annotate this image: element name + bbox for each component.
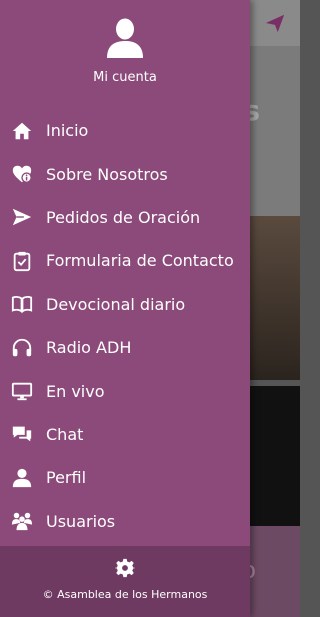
menu-item-label: Perfil [46,468,87,488]
gear-icon[interactable] [115,558,135,578]
menu-item-pedidos-de-oracion[interactable]: Pedidos de Oración [0,196,250,239]
menu-item-label: Radio ADH [46,338,132,358]
menu-item-inicio[interactable]: Inicio [0,109,250,152]
users-group-icon [10,509,34,533]
person-icon [10,466,34,490]
account-label: Mi cuenta [93,70,157,85]
heart-info-icon [10,162,34,186]
menu-item-sobre-nosotros[interactable]: Sobre Nosotros [0,152,250,195]
drawer-menu: Inicio Sobre Nosotros Pedidos de Oración… [0,109,250,543]
menu-item-label: Pedidos de Oración [46,207,201,227]
headphones-icon [10,336,34,360]
menu-item-label: Inicio [46,121,89,141]
chat-bubbles-icon [10,422,34,446]
paper-plane-icon [10,205,34,229]
menu-item-label: Sobre Nosotros [46,164,168,184]
menu-item-label: En vivo [46,381,105,401]
menu-item-label: Chat [46,424,84,444]
drawer-footer: © Asamblea de los Hermanos [0,546,250,617]
menu-item-radio-adh[interactable]: Radio ADH [0,326,250,369]
open-book-icon [10,292,34,316]
home-icon [10,119,34,143]
drawer-header[interactable]: Mi cuenta [0,0,250,102]
menu-item-devocional-diario[interactable]: Devocional diario [0,283,250,326]
menu-item-label: Usuarios [46,511,116,531]
menu-item-usuarios[interactable]: Usuarios [0,500,250,543]
navigation-drawer: Mi cuenta Inicio Sobre Nosotros Pedidos … [0,0,250,617]
copyright-text: © Asamblea de los Hermanos [42,588,208,601]
menu-item-en-vivo[interactable]: En vivo [0,369,250,412]
menu-item-perfil[interactable]: Perfil [0,456,250,499]
menu-item-formularia-de-contacto[interactable]: Formularia de Contacto [0,239,250,282]
menu-item-label: Devocional diario [46,294,186,314]
menu-item-label: Formularia de Contacto [46,251,234,271]
send-icon[interactable] [264,12,286,34]
user-avatar-icon [107,18,143,58]
monitor-icon [10,379,34,403]
menu-item-chat[interactable]: Chat [0,413,250,456]
clipboard-check-icon [10,249,34,273]
